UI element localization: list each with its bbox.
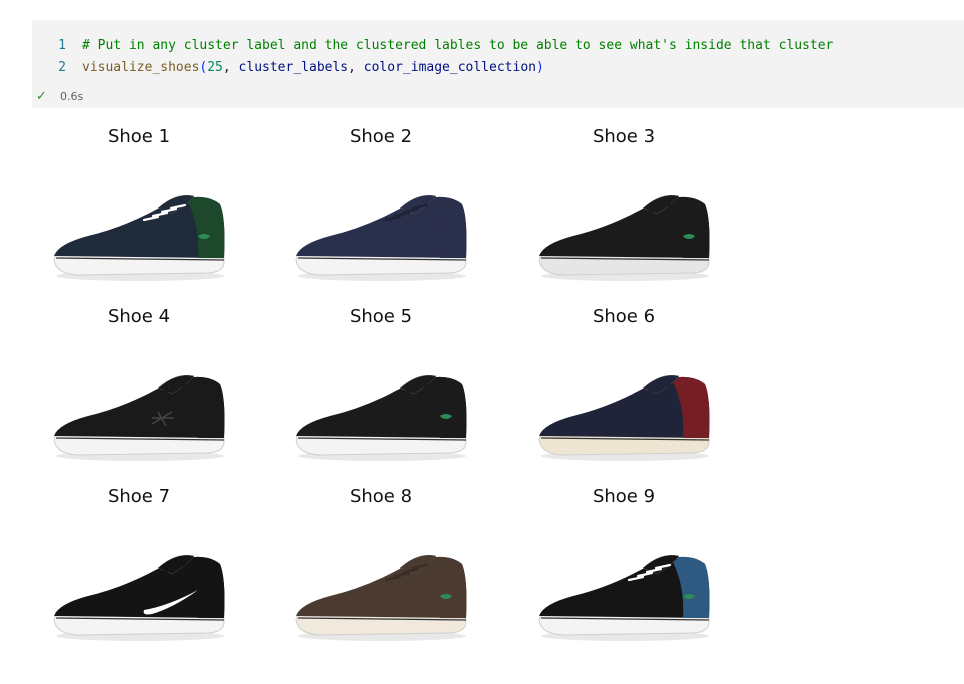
code-line-2[interactable]: 2 visualize_shoes(25, cluster_labels, col… bbox=[32, 58, 544, 78]
code-line-1[interactable]: 1 # Put in any cluster label and the clus… bbox=[32, 36, 833, 56]
check-icon: ✓ bbox=[36, 88, 47, 104]
shoe-title: Shoe 2 bbox=[349, 126, 413, 147]
shoe-image bbox=[538, 195, 710, 281]
shoe-image bbox=[53, 195, 225, 281]
argument-image-collection: color_image_collection bbox=[363, 60, 536, 75]
function-name: visualize_shoes bbox=[82, 60, 200, 75]
shoe-tile: Shoe 6 bbox=[533, 294, 723, 474]
line-number: 2 bbox=[58, 60, 66, 75]
shoe-title: Shoe 7 bbox=[107, 486, 171, 507]
argument-cluster-labels: cluster_labels bbox=[238, 60, 349, 75]
shoe-image bbox=[538, 555, 710, 641]
argument-separator: , bbox=[348, 60, 364, 75]
shoe-image bbox=[295, 195, 467, 281]
shoe-title: Shoe 3 bbox=[592, 126, 656, 147]
line-number: 1 bbox=[58, 38, 66, 53]
shoe-image bbox=[538, 375, 710, 461]
shoe-image bbox=[53, 555, 225, 641]
execution-time: 0.6s bbox=[60, 89, 84, 103]
shoe-tile: Shoe 5 bbox=[290, 294, 480, 474]
shoe-tile: Shoe 7 bbox=[48, 474, 238, 654]
shoe-title: Shoe 6 bbox=[592, 306, 656, 327]
shoe-tile: Shoe 4 bbox=[48, 294, 238, 474]
shoe-tile: Shoe 3 bbox=[533, 114, 723, 294]
shoe-tile: Shoe 2 bbox=[290, 114, 480, 294]
output-image-grid: Shoe 1 Shoe 2 Shoe 3 Shoe 4 Shoe 5 Shoe 6 Shoe… bbox=[48, 114, 768, 674]
shoe-title: Shoe 8 bbox=[349, 486, 413, 507]
shoe-tile: Shoe 9 bbox=[533, 474, 723, 654]
shoe-image bbox=[295, 555, 467, 641]
shoe-title: Shoe 1 bbox=[107, 126, 171, 147]
code-comment: # Put in any cluster label and the clust… bbox=[82, 38, 834, 53]
close-paren: ) bbox=[535, 60, 544, 75]
shoe-image bbox=[53, 375, 225, 461]
shoe-title: Shoe 5 bbox=[349, 306, 413, 327]
shoe-title: Shoe 9 bbox=[592, 486, 656, 507]
code-cell[interactable]: 1 # Put in any cluster label and the clus… bbox=[32, 20, 964, 108]
shoe-tile: Shoe 1 bbox=[48, 114, 238, 294]
execution-status: ✓ 0.6s bbox=[36, 88, 83, 104]
shoe-image bbox=[295, 375, 467, 461]
shoe-tile: Shoe 8 bbox=[290, 474, 480, 654]
argument-separator: , bbox=[222, 60, 239, 75]
shoe-title: Shoe 4 bbox=[107, 306, 171, 327]
argument-number: 25 bbox=[207, 60, 223, 75]
